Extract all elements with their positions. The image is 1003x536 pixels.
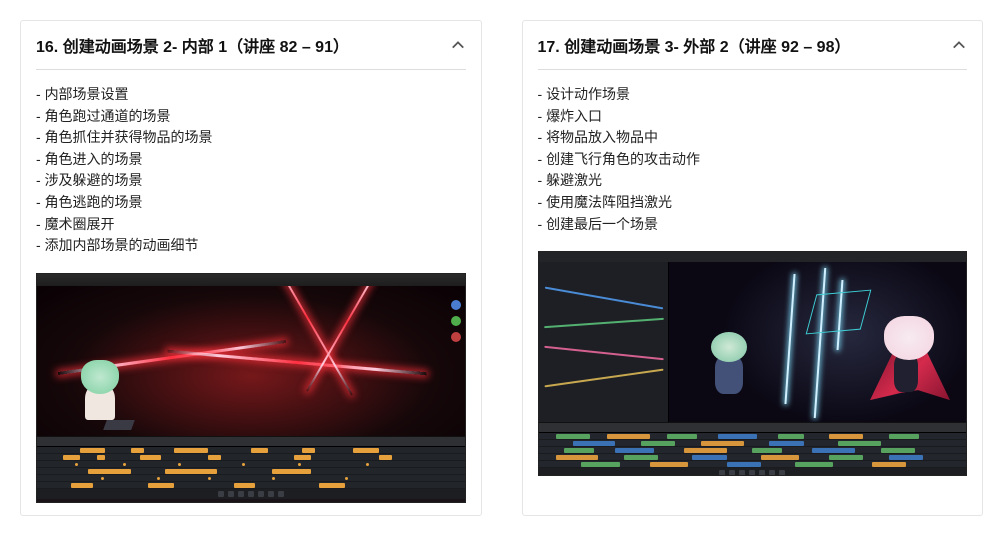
card-header[interactable]: 16. 创建动画场景 2- 内部 1（讲座 82 – 91） (36, 33, 466, 70)
card-title: 17. 创建动画场景 3- 外部 2（讲座 92 – 98） (538, 33, 851, 57)
list-item: 添加内部场景的动画细节 (36, 235, 466, 257)
list-item: 创建最后一个场景 (538, 214, 968, 236)
list-item: 角色抓住并获得物品的场景 (36, 127, 466, 149)
card-title: 16. 创建动画场景 2- 内部 1（讲座 82 – 91） (36, 33, 349, 57)
viewport-gizmo-icon (451, 300, 461, 342)
viewport-panel (669, 262, 967, 422)
preview-image (538, 251, 968, 476)
lesson-item-list: 内部场景设置 角色跑过通道的场景 角色抓住并获得物品的场景 角色进入的场景 涉及… (36, 84, 466, 257)
list-item: 角色进入的场景 (36, 149, 466, 171)
list-item: 魔术圈展开 (36, 214, 466, 236)
list-item: 内部场景设置 (36, 84, 466, 106)
lesson-item-list: 设计动作场景 爆炸入口 将物品放入物品中 创建飞行角色的攻击动作 躲避激光 使用… (538, 84, 968, 235)
chevron-up-icon[interactable] (450, 37, 466, 53)
list-item: 躲避激光 (538, 170, 968, 192)
lesson-card-17: 17. 创建动画场景 3- 外部 2（讲座 92 – 98） 设计动作场景 爆炸… (522, 20, 984, 516)
list-item: 设计动作场景 (538, 84, 968, 106)
list-item: 创建飞行角色的攻击动作 (538, 149, 968, 171)
list-item: 角色逃跑的场景 (36, 192, 466, 214)
card-header[interactable]: 17. 创建动画场景 3- 外部 2（讲座 92 – 98） (538, 33, 968, 70)
lesson-card-16: 16. 创建动画场景 2- 内部 1（讲座 82 – 91） 内部场景设置 角色… (20, 20, 482, 516)
list-item: 涉及躲避的场景 (36, 170, 466, 192)
graph-editor-panel (539, 262, 669, 422)
timeline-panel (37, 436, 465, 499)
list-item: 使用魔法阵阻挡激光 (538, 192, 968, 214)
chevron-up-icon[interactable] (951, 37, 967, 53)
list-item: 爆炸入口 (538, 106, 968, 128)
list-item: 角色跑过通道的场景 (36, 106, 466, 128)
list-item: 将物品放入物品中 (538, 127, 968, 149)
timeline-panel (539, 422, 967, 476)
preview-image (36, 273, 466, 503)
